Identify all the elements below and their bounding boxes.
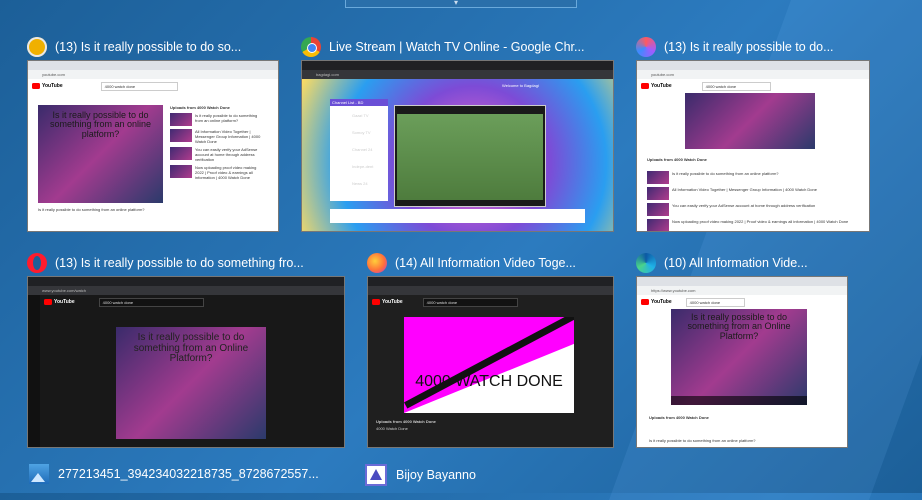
channel-sidebar: Channel List - BD Gaazi TV Somoy TV Chan… — [330, 99, 388, 201]
player-controls — [671, 396, 807, 405]
arc-browser-icon — [636, 37, 656, 57]
youtube-logo: YouTube — [44, 299, 75, 305]
channel-logo-strip — [330, 209, 585, 223]
window-title: Live Stream | Watch TV Online - Google C… — [329, 40, 585, 54]
youtube-logo: YouTube — [372, 299, 403, 305]
virtual-desktop-strip[interactable]: ▾ — [345, 0, 577, 8]
window-thumbnail[interactable]: https://www.youtube.com YouTube 4000 wat… — [636, 276, 848, 448]
youtube-logo: YouTube — [641, 299, 672, 305]
window-header: Live Stream | Watch TV Online - Google C… — [301, 34, 584, 60]
video-caption: Is it really possible to do something fr… — [38, 207, 145, 212]
brave-browser-icon — [27, 37, 47, 57]
window-title: (14) All Information Video Toge... — [395, 256, 576, 270]
video-player — [685, 93, 815, 149]
bijoy-icon — [365, 464, 387, 486]
window-title: 277213451_394234032218735_8728672557... — [58, 467, 319, 481]
search-input: 4000 watch done — [98, 297, 204, 307]
window-header: (10) All Information Vide... — [636, 250, 808, 276]
youtube-logo: YouTube — [641, 83, 672, 89]
task-window-opera[interactable]: (13) Is it really possible to do somethi… — [27, 250, 345, 448]
window-header: (13) Is it really possible to do... — [636, 34, 834, 60]
video-title-overlay: Is it really possible to do something fr… — [49, 110, 152, 139]
window-thumbnail[interactable]: bagdagi.com Welcome to Bagdagi Channel L… — [301, 60, 614, 232]
window-header: (13) Is it really possible to do so... — [27, 34, 241, 60]
youtube-header: YouTube 4000 watch done — [637, 79, 869, 93]
firefox-icon — [367, 253, 387, 273]
youtube-header: YouTube 4000 watch done — [28, 79, 278, 93]
opera-sidebar — [28, 295, 40, 447]
edge-icon — [636, 253, 656, 273]
task-window-arc[interactable]: (13) Is it really possible to do... yout… — [636, 34, 870, 232]
task-window-bijoy[interactable]: Bijoy Bayanno — [365, 464, 476, 486]
window-title: (10) All Information Vide... — [664, 256, 808, 270]
search-input: 4000 watch done — [685, 297, 745, 307]
task-window-brave[interactable]: (13) Is it really possible to do so... y… — [27, 34, 279, 232]
window-title: (13) Is it really possible to do so... — [55, 40, 242, 54]
search-input: 4000 watch done — [701, 81, 771, 91]
search-input: 4000 watch done — [422, 297, 518, 307]
window-header: (14) All Information Video Toge... — [367, 250, 576, 276]
youtube-header: YouTube 4000 watch done — [28, 295, 344, 309]
window-title: (13) Is it really possible to do... — [664, 40, 834, 54]
uploads-list: Is it really possible to do something fr… — [647, 171, 857, 231]
window-thumbnail[interactable]: www.youtube.com/watch YouTube 4000 watch… — [27, 276, 345, 448]
youtube-header: YouTube 4000 watch done — [637, 295, 847, 309]
chrome-icon — [301, 37, 321, 57]
task-window-edge[interactable]: (10) All Information Vide... https://www… — [636, 250, 848, 448]
window-title: Bijoy Bayanno — [396, 468, 476, 482]
window-title: (13) Is it really possible to do somethi… — [55, 256, 304, 270]
opera-icon — [27, 253, 47, 273]
video-player: Is it really possible to do something fr… — [116, 327, 266, 439]
video-title-overlay: 4000 WATCH DONE — [415, 373, 563, 390]
window-thumbnail[interactable]: youtube.com YouTube 4000 watch done Is i… — [27, 60, 279, 232]
youtube-header: YouTube 4000 watch done — [368, 295, 613, 309]
video-player: 4000 WATCH DONE — [404, 317, 574, 413]
task-window-firefox[interactable]: (14) All Information Video Toge... YouTu… — [367, 250, 614, 448]
task-window-photos[interactable]: 277213451_394234032218735_8728672557... — [29, 464, 319, 484]
video-player: Is it really possible to do something fr… — [38, 105, 163, 203]
video-title-overlay: Is it really possible to do something fr… — [687, 312, 791, 341]
photos-icon — [29, 464, 49, 484]
task-window-chrome[interactable]: Live Stream | Watch TV Online - Google C… — [301, 34, 614, 232]
uploads-rail: Uploads from 4000 Watch Done Is it reall… — [170, 105, 261, 180]
video-title-overlay: Is it really possible to do something fr… — [133, 332, 249, 364]
video-player: Is it really possible to do something fr… — [671, 309, 807, 405]
tv-player — [394, 105, 546, 207]
window-header: (13) Is it really possible to do somethi… — [27, 250, 304, 276]
window-thumbnail[interactable]: youtube.com YouTube 4000 watch done Uplo… — [636, 60, 870, 232]
search-input: 4000 watch done — [100, 81, 178, 91]
youtube-logo: YouTube — [32, 83, 63, 89]
window-thumbnail[interactable]: YouTube 4000 watch done 4000 WATCH DONE … — [367, 276, 614, 448]
chevron-down-icon: ▾ — [454, 0, 459, 7]
